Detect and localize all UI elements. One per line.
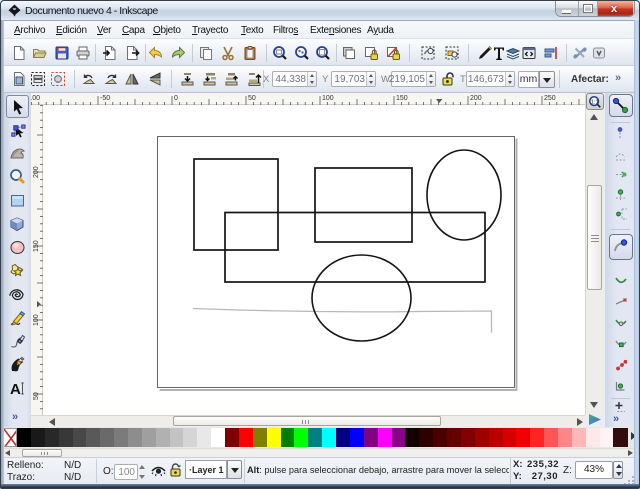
- svg-text:-100: -100: [31, 95, 40, 102]
- svg-text:50: 50: [33, 392, 40, 400]
- svg-text:100: 100: [322, 95, 334, 102]
- svg-text:A: A: [10, 381, 21, 397]
- svg-text:-50: -50: [100, 95, 110, 102]
- svg-text:200: 200: [33, 166, 40, 178]
- svg-text:100: 100: [33, 314, 40, 326]
- svg-text:150: 150: [396, 95, 408, 102]
- svg-text:50: 50: [248, 95, 256, 102]
- svg-text:200: 200: [470, 95, 482, 102]
- svg-text:0: 0: [174, 95, 178, 102]
- svg-text:250: 250: [544, 95, 556, 102]
- svg-text:150: 150: [33, 240, 40, 252]
